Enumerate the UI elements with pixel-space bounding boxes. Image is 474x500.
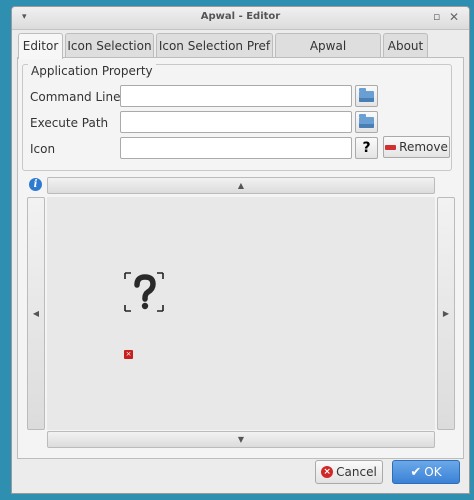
check-icon: ✔	[410, 464, 422, 480]
command-line-input[interactable]	[120, 85, 352, 107]
remove-label: Remove	[399, 140, 448, 154]
tab-icon-selection[interactable]: Icon Selection	[65, 33, 154, 57]
scroll-down-button[interactable]: ▼	[47, 431, 435, 448]
remove-button[interactable]: Remove	[383, 136, 450, 158]
arrow-down-icon: ▼	[237, 435, 245, 444]
arrow-up-icon: ▲	[237, 181, 245, 190]
cancel-label: Cancel	[336, 465, 377, 479]
remove-icon	[385, 144, 397, 150]
arrow-left-icon: ◀	[32, 309, 40, 318]
folder-icon	[359, 113, 374, 128]
close-icon[interactable]: ✕	[449, 10, 459, 24]
ok-button[interactable]: ✔ OK	[392, 460, 460, 484]
info-icon[interactable]: i	[29, 178, 42, 191]
group-title: Application Property	[28, 64, 156, 78]
icon-label: Icon	[30, 142, 56, 156]
browse-command-button[interactable]	[355, 85, 378, 107]
command-line-label: Command Line	[30, 90, 121, 104]
question-icon: ?	[362, 140, 371, 156]
execute-path-label: Execute Path	[30, 116, 109, 130]
title-bar[interactable]: ▾ Apwal - Editor ▫ ✕	[12, 7, 469, 30]
folder-icon	[359, 87, 374, 102]
window-title: Apwal - Editor	[200, 11, 281, 22]
icon-grid-viewport[interactable]	[47, 197, 435, 430]
execute-path-input[interactable]	[120, 111, 352, 133]
scroll-left-button[interactable]: ◀	[27, 197, 45, 430]
tab-editor[interactable]: Editor	[18, 33, 63, 59]
cancel-button[interactable]: × Cancel	[315, 460, 383, 484]
icon-picker-button[interactable]: ?	[355, 137, 378, 159]
tab-icon-selection-pref[interactable]: Icon Selection Pref	[156, 33, 273, 57]
minimize-icon[interactable]: ▫	[433, 10, 440, 23]
icon-input[interactable]	[120, 137, 352, 159]
broken-image-icon[interactable]: ×	[124, 350, 133, 359]
question-mark-icon[interactable]	[124, 272, 164, 312]
editor-window: ▾ Apwal - Editor ▫ ✕ Editor Icon Selecti…	[11, 6, 470, 494]
scroll-right-button[interactable]: ▶	[437, 197, 455, 430]
arrow-right-icon: ▶	[442, 309, 450, 318]
cancel-icon: ×	[321, 466, 334, 478]
tab-about[interactable]: About	[383, 33, 428, 57]
tab-apwal-preference[interactable]: Apwal Preference	[275, 33, 381, 77]
ok-label: OK	[424, 465, 442, 479]
scroll-up-button[interactable]: ▲	[47, 177, 435, 194]
browse-path-button[interactable]	[355, 111, 378, 133]
